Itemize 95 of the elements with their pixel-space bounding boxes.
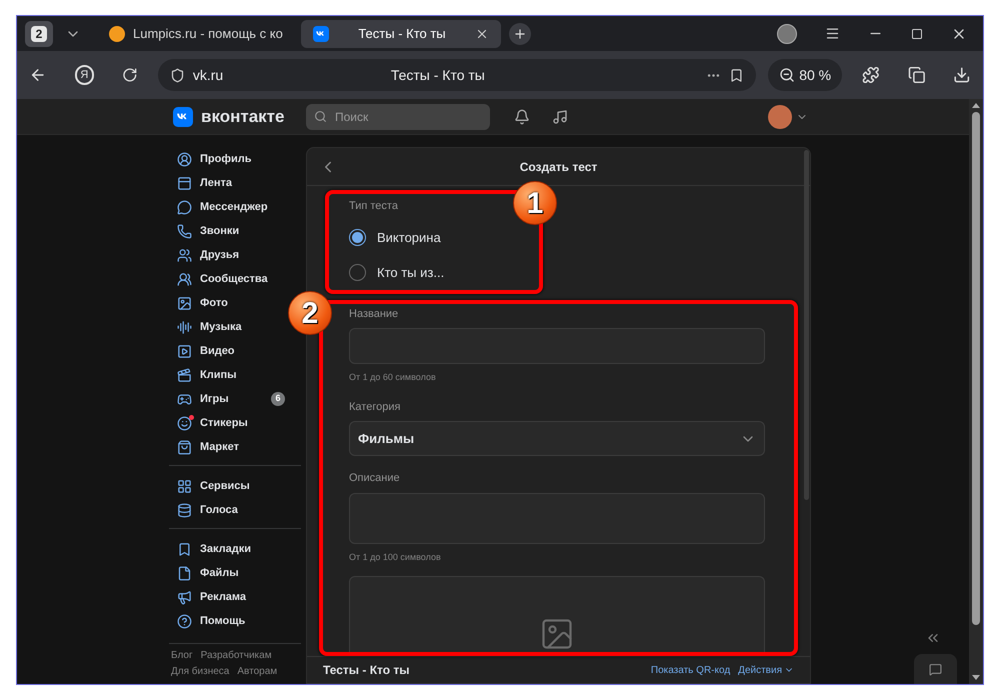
radio-button[interactable]: [349, 229, 366, 246]
sidebar-item[interactable]: Помощь: [169, 609, 287, 633]
footer-link[interactable]: Показать QR-код: [650, 662, 730, 678]
scroll-thumb[interactable]: [972, 112, 980, 625]
menu-icon[interactable]: [825, 26, 840, 41]
card-title: Создать тест: [518, 158, 598, 176]
footer-link[interactable]: Действия: [738, 662, 794, 678]
zoom-control[interactable]: 80 %: [768, 59, 842, 91]
plus-icon: [513, 26, 527, 40]
field-label: Категория: [349, 400, 402, 414]
field-label: Тип теста: [349, 199, 398, 214]
footer-link[interactable]: Для бизнеса: [171, 664, 230, 679]
sidebar-item[interactable]: Сообщества: [169, 267, 287, 291]
extensions-icon[interactable]: [862, 66, 880, 84]
sidebar-item[interactable]: Игры 6: [169, 387, 287, 411]
tab-counter[interactable]: 2: [25, 20, 53, 46]
profile-icon: [177, 152, 192, 166]
music-icon[interactable]: [552, 108, 568, 124]
sidebar-item[interactable]: Лента: [169, 171, 287, 195]
footer-link[interactable]: Блог: [171, 648, 193, 663]
browser-tab[interactable]: Тесты - Кто ты: [301, 20, 501, 48]
scroll-thumb[interactable]: [804, 150, 809, 500]
feed-icon: [177, 176, 192, 190]
maximize-icon[interactable]: [911, 28, 923, 40]
field-hint: От 1 до 100 символов: [349, 550, 442, 564]
page-title: Тесты - Кто ты: [390, 66, 486, 84]
bookmark-icon: [177, 542, 192, 556]
field-hint: От 1 до 60 символов: [349, 371, 437, 384]
play-icon: [177, 344, 192, 358]
vk-logo-icon: [173, 106, 193, 126]
sidebar-item[interactable]: Профиль: [169, 147, 287, 171]
site-logo-text[interactable]: вконтакте: [201, 104, 284, 130]
avatar[interactable]: [777, 24, 797, 44]
vk-logo-icon: [313, 26, 329, 42]
sidebar-item[interactable]: Файлы: [169, 561, 287, 585]
people-icon: [177, 248, 192, 262]
bookmark-icon[interactable]: [729, 68, 744, 82]
footer-link[interactable]: Разработчикам: [200, 648, 272, 663]
sidebar-item[interactable]: Звонки: [169, 219, 287, 243]
phone-icon: [177, 224, 192, 238]
url-text: vk.ru: [192, 66, 224, 84]
bag-icon: [177, 440, 192, 454]
chat-icon: [929, 662, 942, 676]
search-icon: [314, 110, 327, 123]
collections-icon[interactable]: [908, 66, 926, 84]
chat-bubble-icon: [177, 200, 192, 214]
clapperboard-icon: [177, 368, 192, 382]
browser-tab[interactable]: Lumpics.ru - помощь с ко: [97, 20, 297, 48]
database-icon: [177, 502, 192, 518]
tab-title: Тесты - Кто ты: [357, 24, 447, 43]
file-icon: [177, 566, 192, 580]
sidebar-item[interactable]: Сервисы: [169, 474, 287, 498]
bell-icon[interactable]: [514, 108, 530, 124]
field-label: Название: [349, 306, 400, 322]
sidebar-item[interactable]: Видео: [169, 339, 287, 363]
radio-option[interactable]: Викторина: [349, 228, 765, 246]
radio-button[interactable]: [349, 264, 366, 281]
sidebar-item[interactable]: Маркет: [169, 435, 287, 459]
group-icon: [177, 272, 192, 286]
sidebar-item[interactable]: Стикеры: [169, 411, 287, 435]
sidebar-item[interactable]: Друзья: [169, 243, 287, 267]
sidebar-item[interactable]: Мессенджер: [169, 195, 287, 219]
sidebar-item[interactable]: Музыка: [169, 315, 287, 339]
help-icon: [177, 614, 192, 628]
chat-button[interactable]: [914, 654, 957, 684]
radio-option[interactable]: Кто ты из...: [349, 264, 765, 282]
category-select[interactable]: Фильмы: [349, 421, 765, 456]
sidebar-item[interactable]: Голоса: [169, 498, 287, 522]
text-input[interactable]: [349, 328, 765, 364]
megaphone-icon: [177, 590, 192, 604]
footer-title: Тесты - Кто ты: [323, 662, 411, 679]
grid-icon: [177, 478, 192, 494]
sidebar-item[interactable]: Клипы: [169, 363, 287, 387]
address-bar[interactable]: vk.ru Тесты - Кто ты: [158, 59, 756, 91]
sidebar-item[interactable]: Реклама: [169, 585, 287, 609]
description-input[interactable]: [349, 492, 765, 544]
footer-link[interactable]: Авторам: [237, 664, 278, 679]
shield-icon: [170, 68, 185, 82]
smile-icon: [177, 416, 192, 430]
new-tab-button[interactable]: [509, 22, 531, 44]
gamepad-icon: [177, 392, 192, 406]
sidebar-item[interactable]: Фото: [169, 291, 287, 315]
download-icon[interactable]: [953, 66, 971, 84]
sidebar-item[interactable]: Закладки: [169, 537, 287, 561]
count-badge: 6: [271, 392, 285, 406]
tab-title: Lumpics.ru - помощь с ко: [133, 24, 284, 43]
reload-icon[interactable]: [122, 67, 138, 83]
field-label: Описание: [349, 471, 401, 486]
site-favicon-icon: [109, 26, 125, 42]
audio-icon: [177, 320, 192, 334]
image-icon: [177, 296, 192, 310]
search-field[interactable]: Поиск: [306, 104, 490, 130]
zoom-out-icon: [779, 67, 796, 83]
avatar[interactable]: [768, 104, 792, 128]
yandex-button[interactable]: Я: [74, 65, 94, 85]
